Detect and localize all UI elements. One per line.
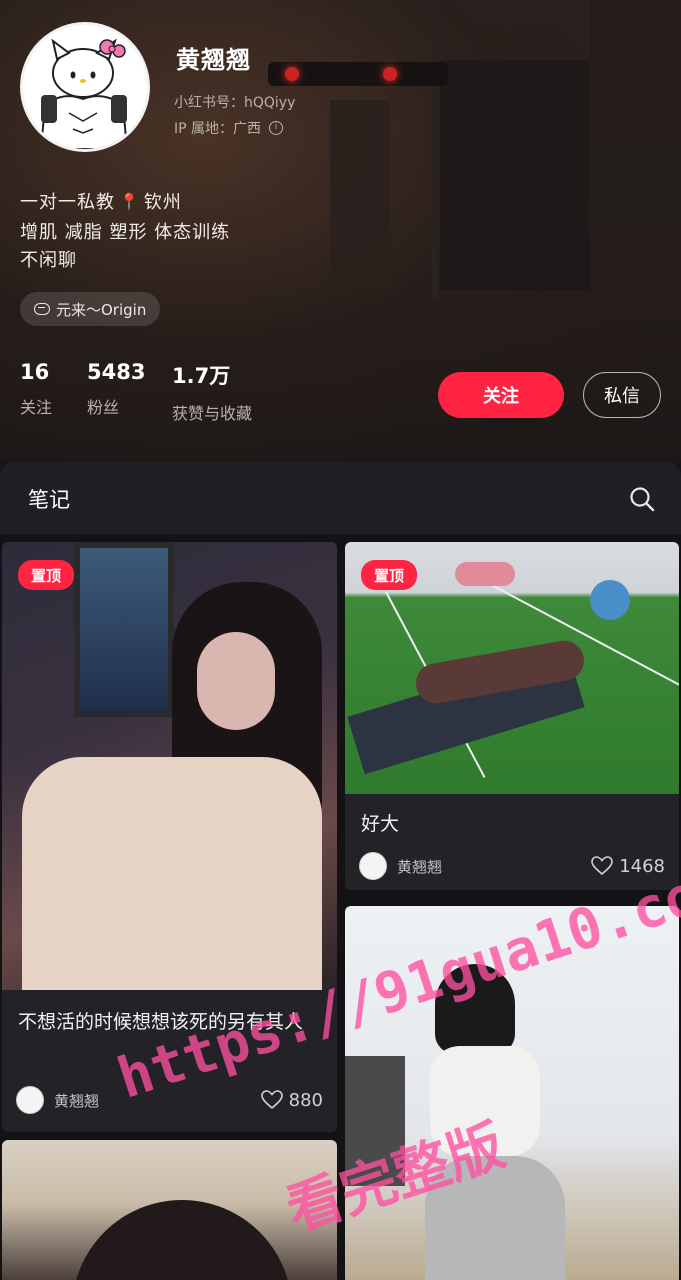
heart-icon bbox=[260, 1090, 283, 1110]
stat-likes-value: 1.7万 bbox=[172, 364, 231, 388]
sweater-illustration bbox=[22, 757, 322, 990]
note-cover-image: 置顶 bbox=[345, 542, 679, 794]
stat-following-value: 16 bbox=[20, 360, 50, 384]
profile-header: 黄翘翘 小红书号：hQQiyy IP 属地：广西 i 一对一私教 📍 钦州 增肌… bbox=[0, 0, 681, 462]
background-building bbox=[330, 100, 390, 290]
avatar-illustration bbox=[23, 25, 147, 149]
tab-notes[interactable]: 笔记 bbox=[28, 484, 70, 514]
pinned-badge: 置顶 bbox=[18, 560, 74, 590]
message-button[interactable]: 私信 bbox=[583, 372, 661, 418]
background-building bbox=[590, 0, 681, 300]
info-icon[interactable]: i bbox=[269, 121, 284, 135]
note-cover-image: 置顶 bbox=[2, 542, 337, 990]
author-avatar[interactable] bbox=[359, 852, 387, 880]
note-title: 好大 bbox=[361, 813, 400, 835]
note-card[interactable]: 置顶 好大 黄翘翘 1468 bbox=[345, 542, 679, 890]
avatar[interactable] bbox=[20, 22, 150, 152]
bio-text: 一对一私教 bbox=[20, 192, 115, 213]
stat-followers-label: 粉丝 bbox=[87, 398, 120, 417]
equipment-illustration bbox=[590, 580, 630, 620]
stat-following-label: 关注 bbox=[20, 398, 53, 417]
stat-followers-value: 5483 bbox=[87, 360, 146, 384]
profile-name: 黄翘翘 bbox=[176, 46, 251, 74]
signal-light bbox=[285, 67, 299, 81]
equipment-illustration bbox=[455, 562, 515, 586]
author-name[interactable]: 黄翘翘 bbox=[397, 856, 591, 877]
stat-likes-label: 获赞与收藏 bbox=[172, 404, 253, 423]
location-pin-icon: 📍 bbox=[119, 191, 140, 211]
follow-button[interactable]: 关注 bbox=[438, 372, 564, 418]
stat-likes-collects[interactable]: 1.7万 获赞与收藏 bbox=[172, 360, 252, 424]
profile-tag-label: 元来～Origin bbox=[56, 300, 147, 319]
bio-line-2: 增肌 减脂 塑形 体态训练 bbox=[20, 222, 231, 243]
pinned-badge: 置顶 bbox=[361, 560, 417, 590]
window-illustration bbox=[74, 542, 174, 717]
stat-followers[interactable]: 5483 粉丝 bbox=[87, 360, 145, 418]
signal-light bbox=[383, 67, 397, 81]
like-count-value: 880 bbox=[288, 1089, 323, 1111]
bio-line-3: 不闲聊 bbox=[20, 250, 77, 271]
like-count[interactable]: 880 bbox=[260, 1089, 323, 1111]
note-card[interactable] bbox=[2, 1140, 337, 1280]
heart-icon bbox=[591, 856, 613, 876]
face-illustration bbox=[197, 632, 275, 730]
notes-tab-bar: 笔记 bbox=[0, 462, 681, 534]
ip-location-text: IP 属地：广西 bbox=[174, 121, 262, 137]
bio-city: 钦州 bbox=[143, 192, 182, 213]
tag-icon bbox=[34, 303, 50, 315]
stat-following[interactable]: 16 关注 bbox=[20, 360, 52, 418]
search-icon[interactable] bbox=[629, 486, 655, 512]
author-avatar[interactable] bbox=[16, 1086, 44, 1114]
profile-id: 小红书号：hQQiyy bbox=[174, 95, 296, 111]
background-building bbox=[440, 60, 590, 290]
bio-line-1: 一对一私教 📍 钦州 bbox=[20, 188, 182, 214]
background-pole bbox=[432, 0, 438, 300]
note-cover-image bbox=[2, 1140, 337, 1280]
hair-illustration bbox=[72, 1200, 292, 1280]
profile-tag[interactable]: 元来～Origin bbox=[20, 292, 161, 326]
note-footer: 黄翘翘 1468 bbox=[359, 852, 665, 880]
ip-location: IP 属地：广西 i bbox=[174, 118, 284, 138]
